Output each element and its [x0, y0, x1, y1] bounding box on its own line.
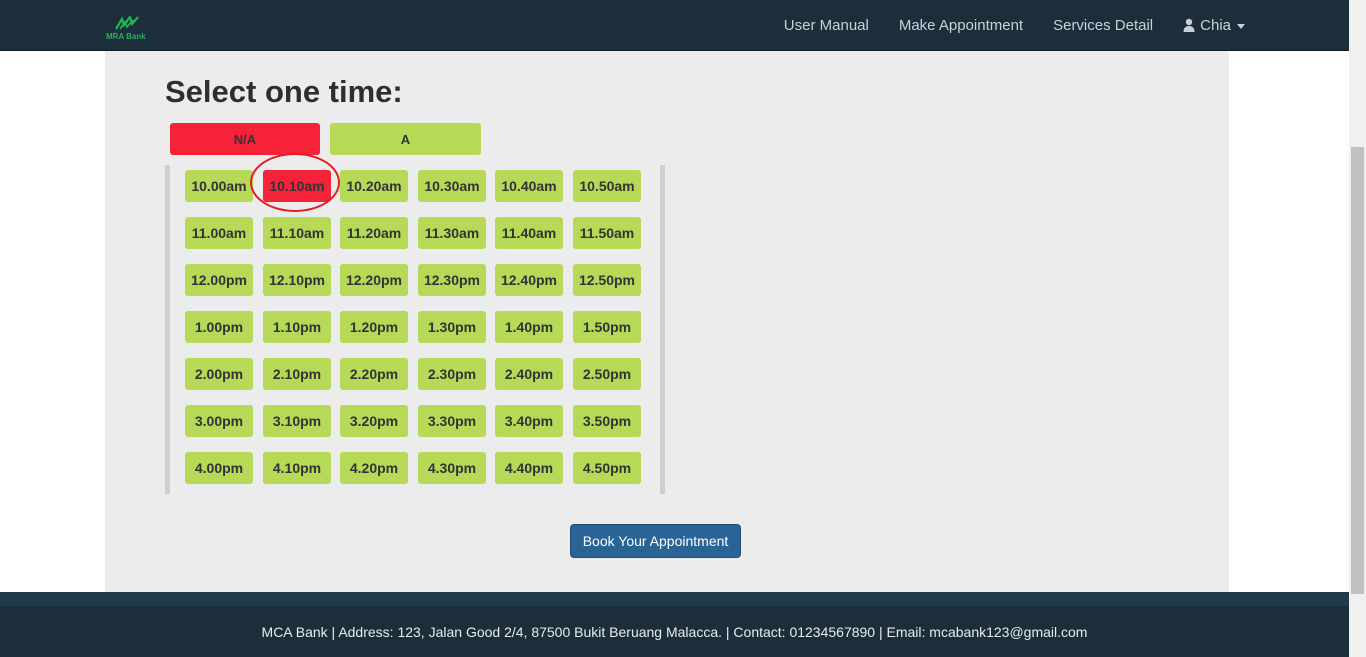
vertical-scrollbar[interactable] [1349, 0, 1366, 657]
time-slot-button[interactable]: 10.20am [340, 170, 408, 202]
time-slot-button[interactable]: 1.00pm [185, 311, 253, 343]
time-slot-button[interactable]: 11.50am [573, 217, 641, 249]
page-title: Select one time: [165, 74, 403, 109]
logo-icon [115, 16, 139, 30]
time-slot-button[interactable]: 11.30am [418, 217, 486, 249]
time-slot-button[interactable]: 1.30pm [418, 311, 486, 343]
time-slot-button[interactable]: 12.40pm [495, 264, 563, 296]
time-slot-button[interactable]: 1.10pm [263, 311, 331, 343]
time-slot-button[interactable]: 2.10pm [263, 358, 331, 390]
time-slot-button[interactable]: 4.10pm [263, 452, 331, 484]
time-slot-button[interactable]: 11.20am [340, 217, 408, 249]
time-slot-button[interactable]: 12.20pm [340, 264, 408, 296]
time-slot-button[interactable]: 11.40am [495, 217, 563, 249]
main-panel: Select one time: N/A A 10.00am 10.10am 10.… [105, 51, 1229, 592]
time-slot-grid: 10.00am 10.10am 10.20am 10.30am 10.40am 10.50… [165, 165, 665, 494]
time-slot-button[interactable]: 11.00am [185, 217, 253, 249]
time-slot-button[interactable]: 10.30am [418, 170, 486, 202]
time-slot-button[interactable]: 3.00pm [185, 405, 253, 437]
user-name: Chia [1200, 16, 1231, 34]
time-slot-button[interactable]: 3.10pm [263, 405, 331, 437]
brand-name: MRA Bank [106, 32, 146, 41]
nav-services-detail[interactable]: Services Detail [1053, 17, 1153, 34]
footer-info: MCA Bank | Address: 123, Jalan Good 2/4,… [261, 623, 1088, 640]
time-slot-button[interactable]: 3.50pm [573, 405, 641, 437]
time-slot-button[interactable]: 10.50am [573, 170, 641, 202]
time-slot-button[interactable]: 4.20pm [340, 452, 408, 484]
time-slot-button[interactable]: 1.50pm [573, 311, 641, 343]
nav-user-manual[interactable]: User Manual [784, 17, 869, 34]
time-slot-button[interactable]: 2.40pm [495, 358, 563, 390]
caret-down-icon [1237, 23, 1245, 29]
footer-divider [0, 592, 1349, 606]
user-menu-dropdown[interactable]: Chia [1183, 17, 1245, 34]
nav-links: User Manual Make Appointment Services De… [754, 0, 1349, 50]
time-slot-button[interactable]: 12.30pm [418, 264, 486, 296]
time-slot-button[interactable]: 12.50pm [573, 264, 641, 296]
footer: MCA Bank | Address: 123, Jalan Good 2/4,… [0, 606, 1349, 657]
time-slot-button[interactable]: 3.40pm [495, 405, 563, 437]
time-slot-button[interactable]: 10.10am [263, 170, 331, 202]
time-slot-button[interactable]: 11.10am [263, 217, 331, 249]
time-slot-button[interactable]: 12.00pm [185, 264, 253, 296]
brand-logo[interactable]: MRA Bank [106, 16, 150, 42]
user-icon [1183, 18, 1195, 32]
legend-unavailable: N/A [170, 123, 320, 155]
time-slot-button[interactable]: 12.10pm [263, 264, 331, 296]
book-appointment-button[interactable]: Book Your Appointment [570, 524, 741, 558]
time-slot-button[interactable]: 4.40pm [495, 452, 563, 484]
top-navbar: MRA Bank User Manual Make Appointment Se… [0, 0, 1349, 51]
time-slot-button[interactable]: 4.50pm [573, 452, 641, 484]
time-slot-button[interactable]: 4.30pm [418, 452, 486, 484]
time-slot-button[interactable]: 1.20pm [340, 311, 408, 343]
time-slot-button[interactable]: 4.00pm [185, 452, 253, 484]
time-slot-button[interactable]: 3.30pm [418, 405, 486, 437]
time-slot-button[interactable]: 2.50pm [573, 358, 641, 390]
scrollbar-thumb[interactable] [1351, 147, 1364, 594]
time-slot-button[interactable]: 1.40pm [495, 311, 563, 343]
time-slot-button[interactable]: 2.30pm [418, 358, 486, 390]
time-slot-button[interactable]: 3.20pm [340, 405, 408, 437]
time-slot-button[interactable]: 10.40am [495, 170, 563, 202]
time-slot-button[interactable]: 2.00pm [185, 358, 253, 390]
time-slot-button[interactable]: 2.20pm [340, 358, 408, 390]
nav-make-appointment[interactable]: Make Appointment [899, 17, 1023, 34]
legend-available: A [330, 123, 481, 155]
time-slot-button[interactable]: 10.00am [185, 170, 253, 202]
